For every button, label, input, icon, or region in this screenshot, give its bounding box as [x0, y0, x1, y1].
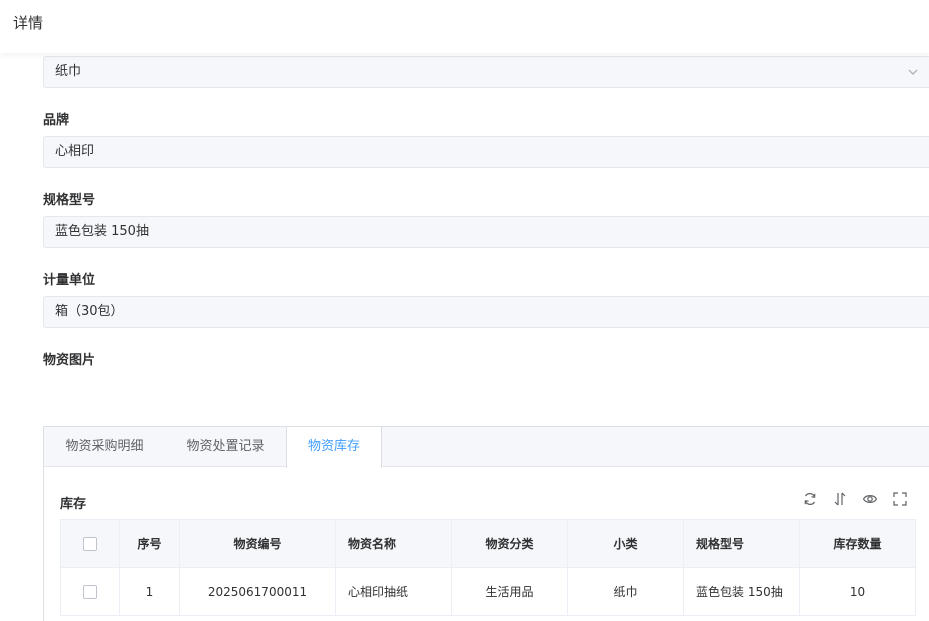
column-header[interactable]: 物资编号: [179, 519, 336, 568]
column-header[interactable]: 小类: [567, 519, 684, 568]
chevron-down-icon: [908, 69, 918, 75]
select-all-checkbox[interactable]: [83, 536, 97, 551]
column-header[interactable]: 物资分类: [451, 519, 568, 568]
column-header[interactable]: 物资名称: [335, 519, 452, 568]
cell-name: 心相印抽纸: [335, 567, 452, 616]
cell-qty: 10: [799, 567, 916, 616]
table-row[interactable]: 1 2025061700011 心相印抽纸 生活用品 纸巾 蓝色包装 150抽 …: [60, 567, 916, 616]
tab-disposal-record[interactable]: 物资处置记录: [165, 427, 286, 467]
column-header[interactable]: 规格型号: [683, 519, 800, 568]
cell-category: 生活用品: [451, 567, 568, 616]
page-title: 详情: [13, 14, 44, 32]
tab-purchase-detail[interactable]: 物资采购明细: [44, 427, 165, 467]
tab-inventory[interactable]: 物资库存: [286, 427, 382, 468]
category-select[interactable]: 纸巾: [43, 56, 929, 88]
unit-field[interactable]: 箱（30包）: [43, 296, 929, 328]
column-header[interactable]: 序号: [119, 519, 180, 568]
tab-bar: 物资采购明细 物资处置记录 物资库存: [44, 427, 929, 468]
stock-section-title: 库存: [60, 497, 87, 512]
column-header[interactable]: 库存数量: [799, 519, 916, 568]
select-all-cell: [60, 519, 120, 568]
fullscreen-icon[interactable]: [892, 491, 908, 507]
spec-field[interactable]: 蓝色包装 150抽: [43, 216, 929, 248]
refresh-icon[interactable]: [802, 491, 818, 507]
stock-table: 序号 物资编号 物资名称 物资分类 小类 规格型号 库存数量 1 2025061…: [60, 519, 916, 616]
page-header: 详情: [0, 0, 929, 53]
row-select-cell: [60, 567, 120, 616]
spec-label: 规格型号: [43, 193, 96, 208]
cell-subcategory: 纸巾: [567, 567, 684, 616]
cell-code: 2025061700011: [179, 567, 336, 616]
brand-field[interactable]: 心相印: [43, 136, 929, 168]
row-checkbox[interactable]: [83, 584, 97, 599]
table-header-row: 序号 物资编号 物资名称 物资分类 小类 规格型号 库存数量: [60, 519, 916, 568]
cell-spec: 蓝色包装 150抽: [683, 567, 800, 616]
cell-index: 1: [119, 567, 180, 616]
brand-label: 品牌: [43, 113, 70, 128]
image-label: 物资图片: [43, 353, 96, 368]
eye-icon[interactable]: [862, 491, 878, 507]
column-height-icon[interactable]: [832, 491, 848, 507]
detail-tabs: 物资采购明细 物资处置记录 物资库存 库存 序号 物资编号 物资名称 物资分类 …: [43, 426, 929, 621]
unit-label: 计量单位: [43, 273, 96, 288]
category-select-value: 纸巾: [55, 64, 82, 79]
